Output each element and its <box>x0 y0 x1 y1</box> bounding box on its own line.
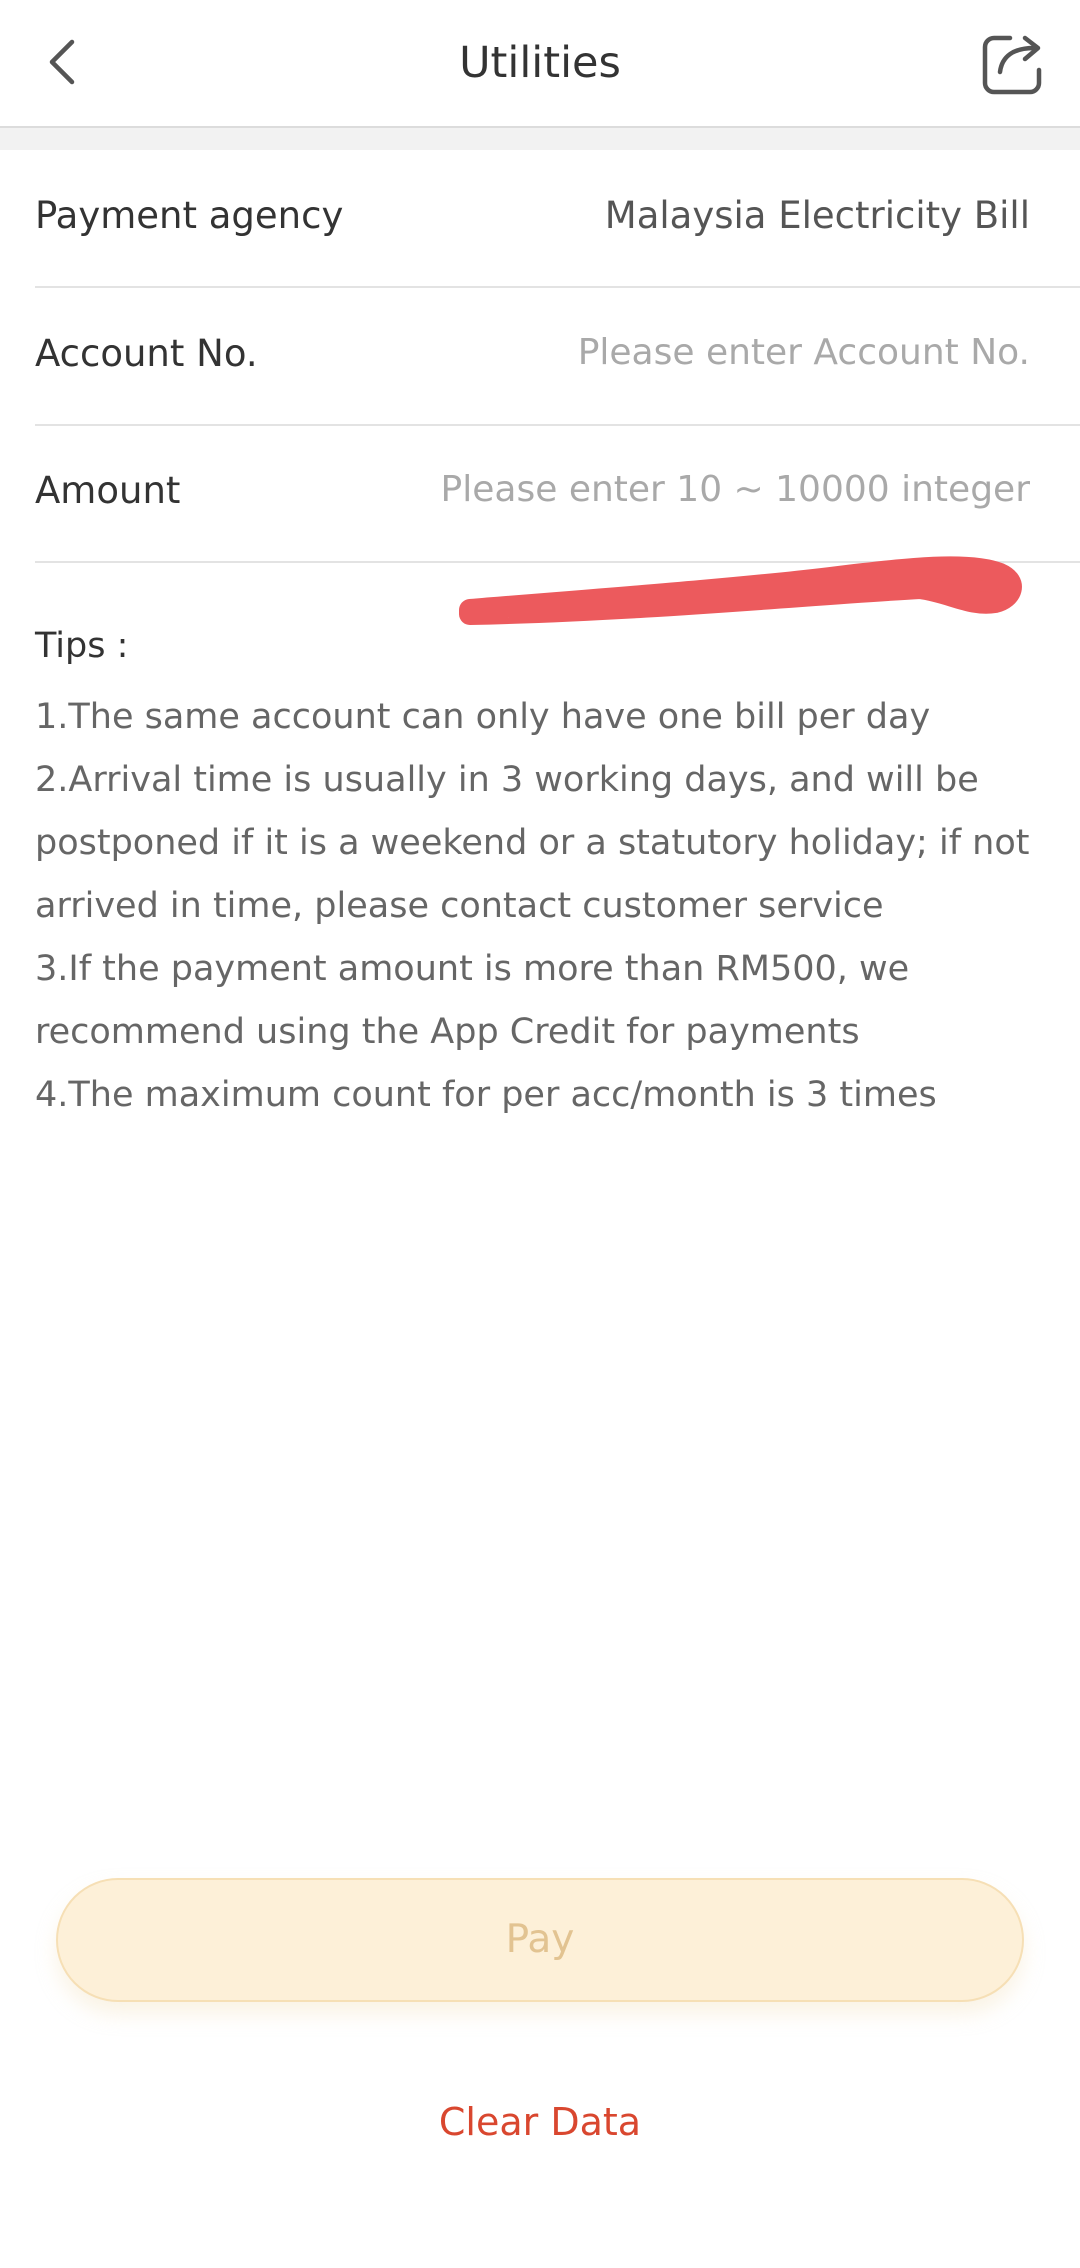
tips-heading: Tips : <box>35 626 129 666</box>
tip-item: 3.If the payment amount is more than RM5… <box>35 949 910 1052</box>
clear-data-button[interactable]: Clear Data <box>0 2100 1080 2144</box>
payment-agency-label: Payment agency <box>35 194 344 237</box>
share-icon <box>982 35 1042 95</box>
amount-label: Amount <box>35 469 181 512</box>
redaction-scribble <box>459 556 1022 625</box>
tips-list: 1.The same account can only have one bil… <box>35 686 1075 1127</box>
tip-item: 1.The same account can only have one bil… <box>35 697 931 737</box>
tip-item: 2.Arrival time is usually in 3 working d… <box>35 760 1030 926</box>
account-no-row: Account No. <box>35 288 1080 426</box>
payment-agency-value: Malaysia Electricity Bill <box>604 194 1030 237</box>
tip-item: 4.The maximum count for per acc/month is… <box>35 1075 937 1115</box>
account-no-label: Account No. <box>35 332 258 375</box>
page-title: Utilities <box>459 38 621 88</box>
pay-button[interactable]: Pay <box>56 1878 1024 2002</box>
amount-input[interactable] <box>390 461 1030 517</box>
section-divider <box>0 128 1080 150</box>
payment-agency-row[interactable]: Payment agency Malaysia Electricity Bill <box>35 150 1080 288</box>
account-no-input[interactable] <box>390 324 1030 380</box>
amount-row: Amount <box>35 425 1080 563</box>
share-button[interactable] <box>980 30 1050 98</box>
app-header: Utilities <box>0 0 1080 128</box>
